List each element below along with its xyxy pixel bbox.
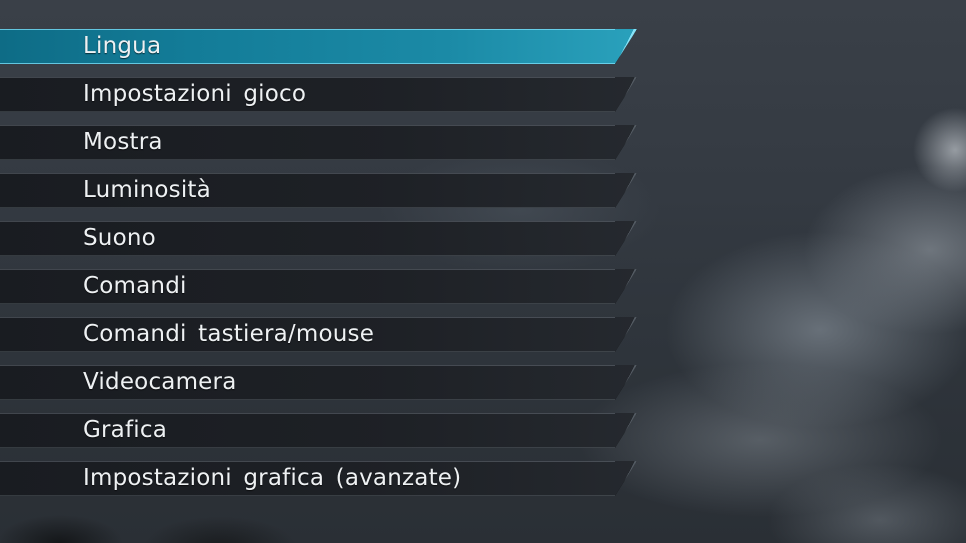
menu-item-edge [607,77,637,112]
menu-item-edge [607,221,637,256]
options-menu: Lingua Impostazioni gioco Mostra Luminos… [0,29,640,509]
menu-item-label: Videocamera [83,369,237,395]
menu-item-impostazioni-gioco[interactable]: Impostazioni gioco [0,77,637,112]
menu-item-edge [607,269,637,304]
menu-item-comandi[interactable]: Comandi [0,269,637,304]
menu-item-comandi-tastiera-mouse[interactable]: Comandi tastiera/mouse [0,317,637,352]
menu-item-label: Impostazioni grafica (avanzate) [83,465,462,491]
menu-item-impostazioni-grafica-avanzate[interactable]: Impostazioni grafica (avanzate) [0,461,637,496]
menu-item-edge [607,125,637,160]
menu-item-grafica[interactable]: Grafica [0,413,637,448]
menu-item-mostra[interactable]: Mostra [0,125,637,160]
menu-item-label: Grafica [83,417,168,443]
menu-item-edge [607,29,637,64]
menu-item-label: Mostra [83,129,163,155]
menu-item-label: Lingua [83,33,162,59]
menu-item-label: Comandi tastiera/mouse [83,321,375,347]
menu-item-lingua[interactable]: Lingua [0,29,637,64]
menu-item-edge [607,461,637,496]
menu-item-label: Impostazioni gioco [83,81,307,107]
menu-item-edge [607,413,637,448]
menu-item-edge [607,317,637,352]
menu-item-suono[interactable]: Suono [0,221,637,256]
options-screen: Lingua Impostazioni gioco Mostra Luminos… [0,0,966,543]
menu-item-edge [607,173,637,208]
menu-item-videocamera[interactable]: Videocamera [0,365,637,400]
menu-item-luminosita[interactable]: Luminosità [0,173,637,208]
menu-item-label: Luminosità [83,177,211,203]
menu-item-label: Suono [83,225,156,251]
menu-item-label: Comandi [83,273,187,299]
menu-item-edge [607,365,637,400]
